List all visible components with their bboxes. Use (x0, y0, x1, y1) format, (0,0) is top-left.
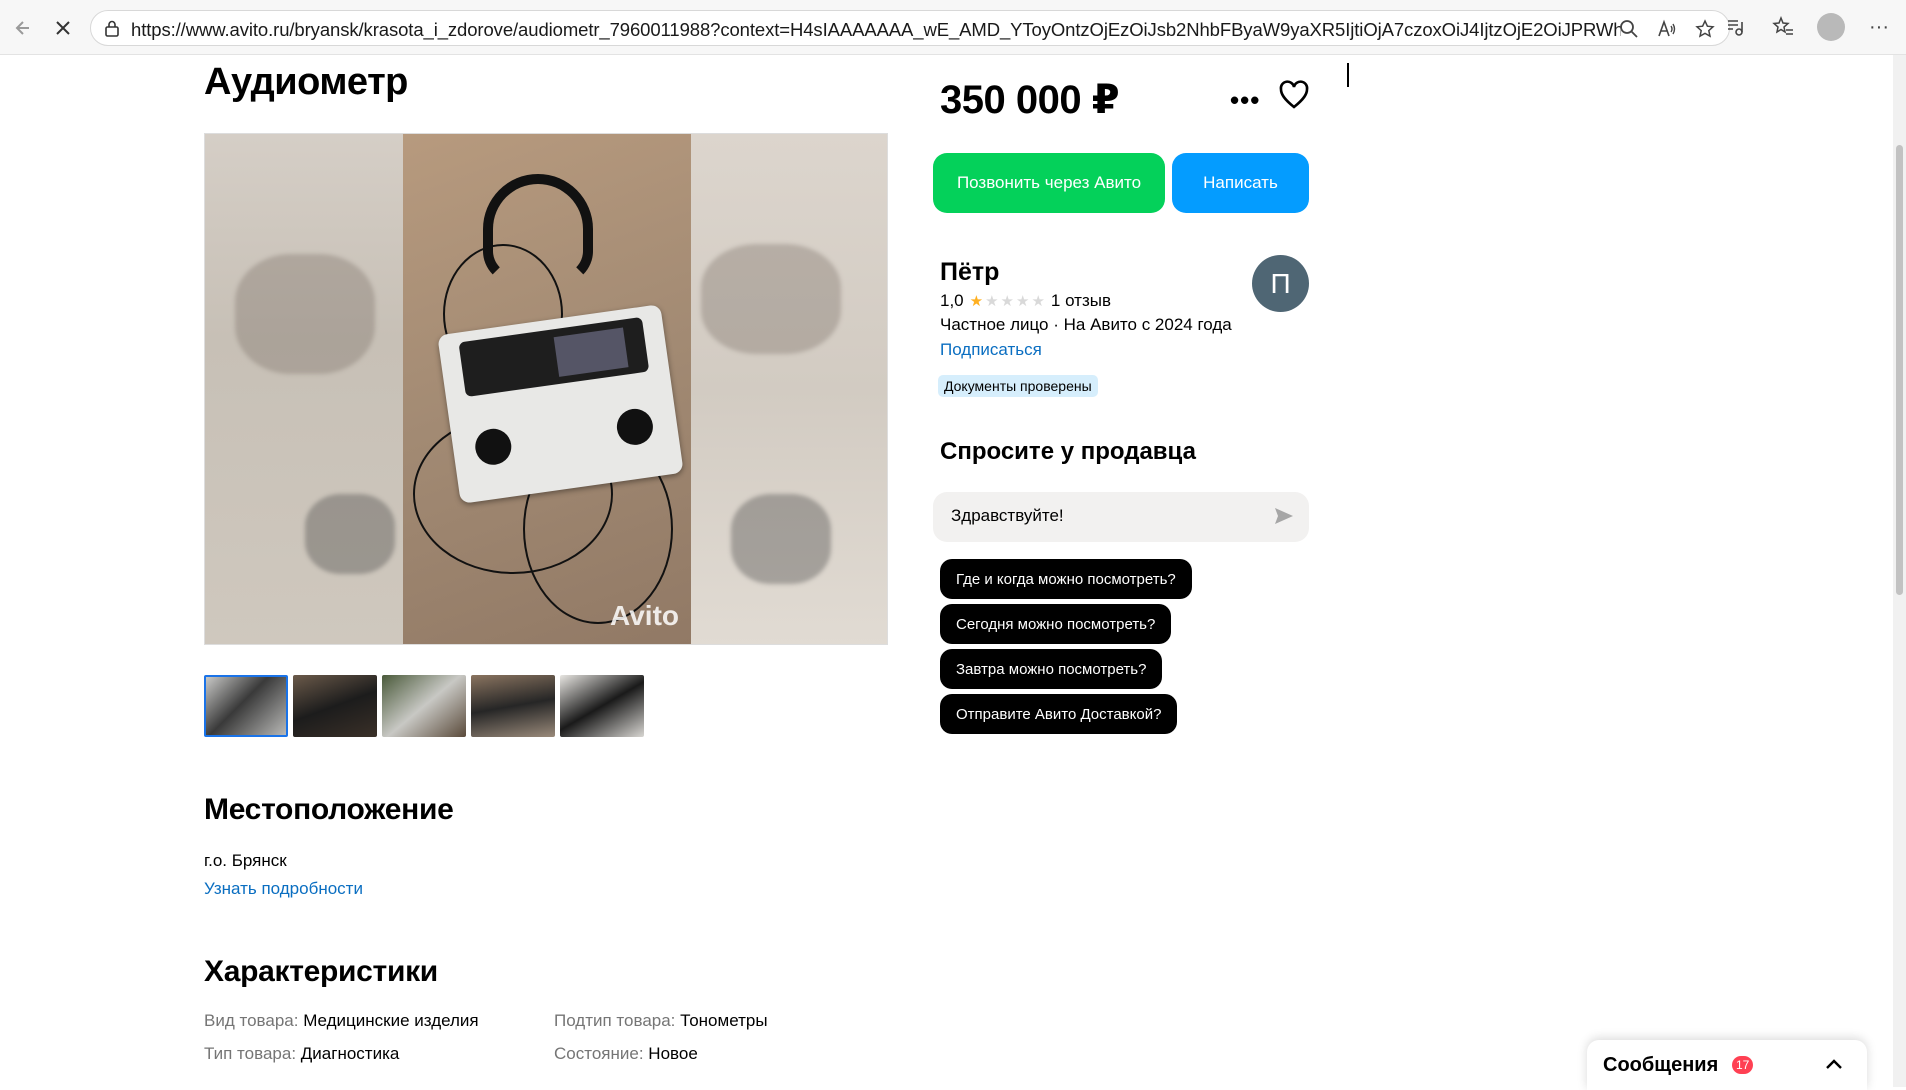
location-address: г.о. Брянск (204, 851, 287, 870)
reviews-link[interactable]: 1 отзыв (1051, 291, 1111, 311)
page-scrollbar[interactable] (1893, 55, 1906, 1087)
gallery-blur-right (691, 134, 887, 644)
ask-input-value[interactable]: Здравствуйте! (951, 506, 1064, 526)
seller-avatar[interactable]: П (1252, 255, 1309, 312)
characteristic-item: Подтип товара: Тонометры (554, 1011, 768, 1030)
star-icon: ★ (1016, 293, 1030, 310)
favorite-star-icon[interactable] (1693, 17, 1717, 41)
characteristics-title: Характеристики (204, 955, 438, 988)
characteristic-item: Состояние: Новое (554, 1044, 698, 1063)
seller-name[interactable]: Пётр (940, 258, 999, 287)
photo-gallery[interactable]: Avito (204, 133, 888, 645)
quick-question-chip[interactable]: Сегодня можно посмотреть? (940, 604, 1172, 644)
more-options-icon[interactable]: ••• (1230, 85, 1260, 116)
browser-toolbar: https://www.avito.ru/bryansk/krasota_i_z… (0, 0, 1906, 55)
favorite-heart-icon[interactable] (1278, 79, 1310, 111)
send-icon[interactable] (1273, 505, 1295, 527)
characteristic-item: Тип товара: Диагностика (204, 1044, 400, 1063)
subscribe-link[interactable]: Подписаться (940, 340, 1042, 360)
favorites-icon[interactable] (1768, 12, 1798, 42)
listing-title: Аудиометр (204, 61, 408, 103)
chevron-up-icon[interactable] (1823, 1054, 1845, 1076)
stop-loading-icon[interactable] (48, 13, 78, 43)
characteristic-item: Вид товара: Медицинские изделия (204, 1011, 479, 1030)
quick-question-chip[interactable]: Завтра можно посмотреть? (940, 649, 1163, 689)
thumbnail[interactable] (560, 675, 644, 737)
thumbnail-strip (204, 675, 644, 737)
more-menu-icon[interactable]: ··· (1864, 12, 1894, 42)
messages-count-badge: 17 (1732, 1056, 1754, 1074)
main-photo[interactable]: Avito (403, 134, 691, 644)
address-bar[interactable]: https://www.avito.ru/bryansk/krasota_i_z… (90, 10, 1730, 46)
ask-message-input[interactable]: Здравствуйте! (933, 492, 1309, 542)
read-aloud-icon[interactable] (1655, 17, 1679, 41)
thumbnail[interactable] (382, 675, 466, 737)
quick-question-chip[interactable]: Где и когда можно посмотреть? (940, 559, 1192, 599)
media-icon[interactable] (1720, 12, 1750, 42)
back-icon[interactable] (6, 13, 36, 43)
write-message-button[interactable]: Написать (1172, 153, 1309, 213)
thumbnail[interactable] (204, 675, 288, 737)
seller-meta: Частное лицо · На Авито с 2024 года (940, 315, 1232, 334)
avito-watermark: Avito (610, 600, 679, 631)
thumbnail[interactable] (293, 675, 377, 737)
star-icon: ★ (1031, 293, 1045, 310)
gallery-blur-left (205, 134, 403, 644)
lock-icon (105, 20, 119, 37)
rating-value: 1,0 (940, 291, 964, 310)
url-text[interactable]: https://www.avito.ru/bryansk/krasota_i_z… (131, 19, 1621, 41)
listing-price: 350 000 ₽ (940, 78, 1120, 122)
zoom-icon[interactable] (1617, 17, 1641, 41)
messages-label[interactable]: Сообщения (1603, 1054, 1718, 1077)
scrollbar-thumb[interactable] (1896, 145, 1903, 595)
rating-stars: ★ ★ ★ ★ ★ (970, 292, 1045, 310)
star-icon: ★ (1000, 293, 1014, 310)
call-via-avito-button[interactable]: Позвонить через Авито (933, 153, 1165, 213)
quick-question-chip[interactable]: Отправите Авито Доставкой? (940, 694, 1178, 734)
ask-seller-title: Спросите у продавца (940, 438, 1196, 465)
messages-panel[interactable]: Сообщения 17 (1587, 1040, 1867, 1090)
location-details-link[interactable]: Узнать подробности (204, 879, 363, 899)
location-title: Местоположение (204, 793, 454, 826)
audiometer-device (437, 304, 684, 504)
profile-avatar[interactable] (1816, 12, 1846, 42)
page-content: Аудиометр Avito 350 000 ₽ ••• Позвонить … (0, 55, 1893, 1087)
text-cursor (1347, 63, 1349, 87)
star-icon: ★ (969, 293, 984, 310)
thumbnail[interactable] (471, 675, 555, 737)
seller-rating: 1,0 ★ ★ ★ ★ ★ 1 отзыв (940, 291, 1111, 311)
documents-verified-badge: Документы проверены (938, 375, 1098, 397)
star-icon: ★ (985, 293, 999, 310)
